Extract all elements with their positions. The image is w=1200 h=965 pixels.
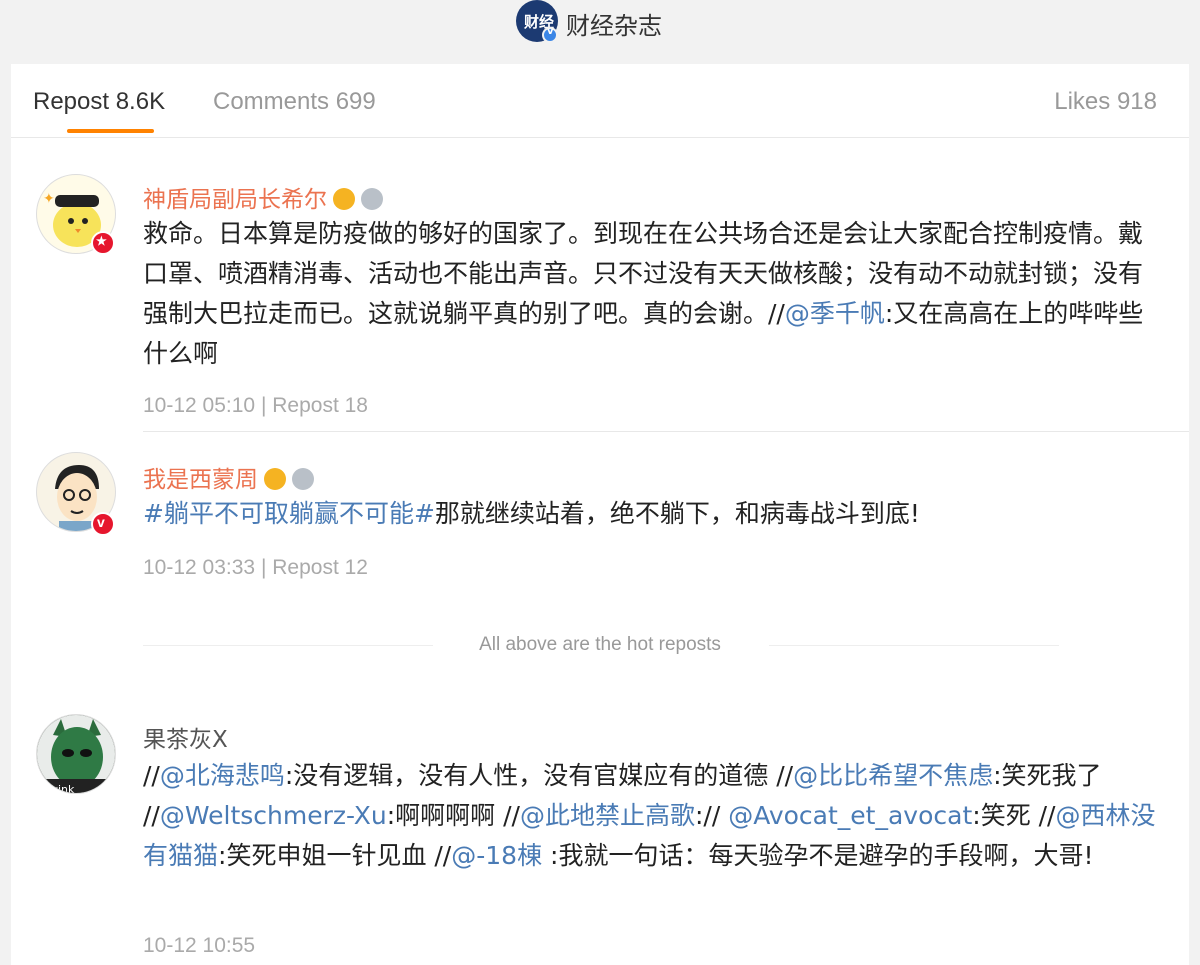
username-text: 神盾局副局长希尔 [143, 187, 327, 213]
hashtag-link[interactable]: #躺平不可取躺赢不可能# [143, 499, 435, 528]
mention-link[interactable]: @北海悲鸣 [160, 761, 285, 790]
repost-text-segment: // [143, 761, 160, 790]
medal-icon [292, 468, 314, 490]
repost-text-segment: :啊啊啊啊 // [386, 801, 520, 830]
top-bar: 财经 财经杂志 [0, 0, 1200, 64]
avatar[interactable]: wink [36, 714, 116, 794]
crown-icon [333, 188, 355, 210]
repost-text: //@北海悲鸣:没有逻辑，没有人性，没有官媒应有的道德 //@比比希望不焦虑 :笑… [143, 756, 1158, 876]
hot-reposts-separator: All above are the hot reposts [11, 634, 1189, 658]
tab-likes[interactable]: Likes 918 [1054, 88, 1157, 116]
repost-meta: 10-12 10:55 [143, 934, 255, 958]
tab-bar: Repost 8.6K Comments 699 Likes 918 [11, 64, 1189, 138]
username-text: 果茶灰X [143, 727, 228, 753]
repost-text-segment: :笑死 // [972, 801, 1056, 830]
account-title[interactable]: 财经杂志 [566, 6, 662, 41]
mention-link[interactable]: @季千帆 [785, 299, 885, 328]
tab-repost[interactable]: Repost 8.6K [33, 88, 165, 116]
avatar-mask-icon: wink [37, 715, 115, 794]
repost-text-segment: :没有逻辑，没有人性，没有官媒应有的道德 // [284, 761, 794, 790]
separator-line [769, 645, 1059, 646]
verified-icon [542, 26, 558, 43]
username[interactable]: 神盾局副局长希尔 [143, 180, 383, 214]
username-text: 我是西蒙周 [143, 467, 258, 493]
verified-v-icon: v [91, 512, 115, 536]
repost-text-segment: :笑死申姐一针见血 // [218, 841, 452, 870]
divider [143, 431, 1189, 432]
hot-repost-item: v 我是西蒙周 #躺平不可取躺赢不可能#那就继续站着，绝不躺下，和病毒战斗到底!… [11, 444, 1189, 604]
repost-count-link[interactable]: Repost 12 [272, 556, 368, 579]
svg-text:✦: ✦ [43, 191, 55, 207]
repost-text-segment: :// [694, 801, 729, 830]
repost-meta: 10-12 05:10 | Repost 18 [143, 394, 368, 417]
mention-link[interactable]: @-18棟 [451, 841, 542, 870]
medal-icon [361, 188, 383, 210]
username[interactable]: 果茶灰X [143, 720, 228, 754]
repost-text: 救命。日本算是防疫做的够好的国家了。到现在在公共场合还是会让大家配合控制疫情。戴… [143, 214, 1158, 374]
repost-item: wink 果茶灰X //@北海悲鸣:没有逻辑，没有人性，没有官媒应有的道德 //… [11, 704, 1189, 964]
avatar-caption: wink [49, 783, 75, 794]
repost-text: #躺平不可取躺赢不可能#那就继续站着，绝不躺下，和病毒战斗到底! [143, 494, 1158, 534]
mention-link[interactable]: @Avocat_et_avocat [728, 801, 972, 830]
tab-comments[interactable]: Comments 699 [213, 88, 376, 116]
account-logo[interactable]: 财经 [516, 0, 558, 43]
active-tab-indicator [67, 129, 154, 133]
repost-body: 那就继续站着，绝不躺下，和病毒战斗到底! [434, 499, 920, 528]
timestamp: 10-12 03:33 [143, 556, 256, 579]
repost-meta: 10-12 03:33 | Repost 12 [143, 556, 368, 579]
repost-panel: Repost 8.6K Comments 699 Likes 918 ✦ ★ 神… [11, 64, 1189, 965]
timestamp: 10-12 10:55 [143, 934, 256, 957]
timestamp: 10-12 05:10 [143, 394, 256, 417]
vip-badge-icon: ★ [91, 231, 115, 255]
crown-icon [264, 468, 286, 490]
mention-link[interactable]: @比比希望不焦虑 [793, 761, 993, 790]
hot-repost-item: ✦ ★ 神盾局副局长希尔 救命。日本算是防疫做的够好的国家了。到现在在公共场合还… [11, 164, 1189, 432]
repost-text-segment: :我就一句话：每天验孕不是避孕的手段啊，大哥! [542, 841, 1094, 870]
username[interactable]: 我是西蒙周 [143, 460, 314, 494]
mention-link[interactable]: @此地禁止高歌 [520, 801, 695, 830]
repost-count-link[interactable]: Repost 18 [272, 394, 368, 417]
mention-link[interactable]: @Weltschmerz-Xu [160, 801, 387, 830]
